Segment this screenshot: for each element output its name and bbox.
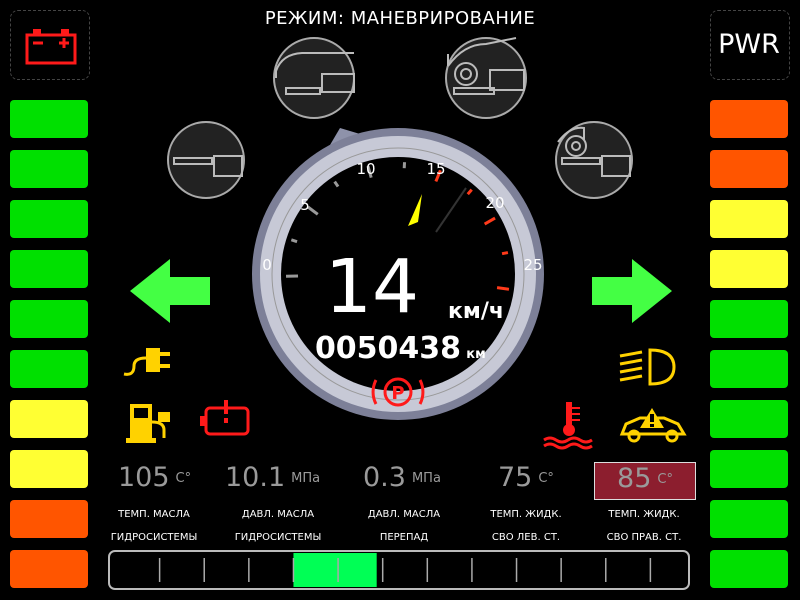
- speed-tick-label: 25: [523, 256, 542, 274]
- speed-tick: [496, 286, 510, 291]
- readout-coolant-right: 85 С°: [594, 462, 696, 500]
- mode-title: РЕЖИМ: МАНЕВРИРОВАНИЕ: [264, 8, 536, 29]
- label-coolant-right: ТЕМП. ЖИДК. СВО ПРАВ. СТ.: [606, 509, 682, 543]
- right-level-segment: [710, 350, 788, 388]
- right-level-segment: [710, 150, 788, 188]
- readout-oil-pressure: 10.1 МПа: [225, 462, 321, 493]
- speed-unit: км/ч: [448, 299, 504, 324]
- coolant-temp-icon: [543, 402, 593, 450]
- right-level-segment: [710, 250, 788, 288]
- turn-right-arrow-icon: [592, 259, 672, 323]
- odometer-value: 0050438: [315, 331, 461, 366]
- speed-tick: [501, 251, 509, 256]
- label-oil-pressure: ДАВЛ. МАСЛА ГИДРОСИСТЕМЫ: [234, 509, 322, 543]
- svg-text:P: P: [391, 383, 404, 404]
- left-level-segment: [10, 250, 88, 288]
- left-level-segment: [10, 450, 88, 488]
- bottom-bar-active-segment: [293, 553, 377, 587]
- speed-tick-label: 5: [300, 196, 310, 214]
- fuel-ev-icon: [126, 404, 170, 443]
- left-level-segment: [10, 550, 88, 588]
- left-level-segment: [10, 350, 88, 388]
- odometer-unit: км: [466, 347, 485, 362]
- speed-tick-label: 15: [426, 160, 445, 178]
- label-pressure-diff: ДАВЛ. МАСЛА ПЕРЕПАД: [367, 509, 441, 543]
- right-level-segment: [710, 500, 788, 538]
- right-level-segment: [710, 200, 788, 238]
- speed-tick-label: 0: [262, 256, 272, 274]
- readout-pressure-diff: 0.3 МПа: [363, 462, 441, 493]
- pwr-label[interactable]: PWR: [710, 10, 788, 78]
- right-level-segment: [710, 100, 788, 138]
- left-level-segment: [10, 100, 88, 138]
- battery-icon: [25, 29, 77, 65]
- left-level-segment: [10, 300, 88, 338]
- readout-oil-temp: 105 С°: [118, 462, 192, 493]
- speed-value: 14: [325, 244, 419, 330]
- vehicle-warning-icon: [619, 408, 687, 443]
- right-level-segment: [710, 450, 788, 488]
- suspension-front-icon: [273, 37, 355, 119]
- readout-coolant-left: 75 С°: [498, 462, 554, 493]
- left-level-segment: [10, 150, 88, 188]
- engine-warning-icon: [200, 400, 250, 436]
- speedometer: 0 5 10 15 20 25 14 км/ч 0050438 км P: [252, 128, 544, 420]
- right-level-segment: [710, 300, 788, 338]
- left-level-segment: [10, 500, 88, 538]
- right-level-segment: [710, 550, 788, 588]
- suspension-wheel-icon: [445, 37, 527, 119]
- ev-plug-icon: [123, 348, 170, 376]
- right-level-segment: [710, 400, 788, 438]
- bottom-segment-bar: [108, 550, 690, 590]
- battery-box: [10, 10, 90, 80]
- turn-left-arrow-icon: [130, 259, 210, 323]
- label-oil-temp: ТЕМП. МАСЛА ГИДРОСИСТЕМЫ: [110, 509, 198, 543]
- speed-tick: [290, 238, 298, 244]
- speed-tick-label: 10: [356, 160, 375, 178]
- speed-tick-label: 20: [485, 194, 504, 212]
- left-level-segment: [10, 200, 88, 238]
- headlight-icon: [619, 348, 676, 386]
- left-level-segment: [10, 400, 88, 438]
